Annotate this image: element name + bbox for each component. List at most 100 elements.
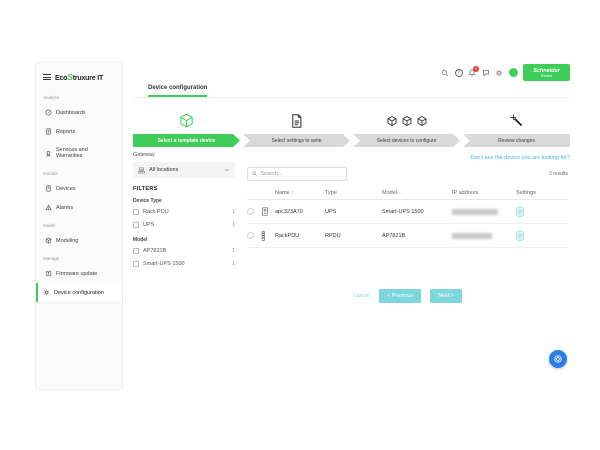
sidebar-item-alarms[interactable]: Alarms bbox=[36, 198, 122, 217]
column-header-model[interactable]: Model↕ bbox=[382, 190, 452, 196]
filter-option-ups[interactable]: UPS 1 bbox=[133, 222, 235, 228]
filter-panel: Gateway All locations FILTERS Device Typ… bbox=[133, 152, 235, 274]
sidebar-item-label: Firmware update bbox=[56, 271, 97, 277]
device-not-found-link[interactable]: Don't see the device you are looking for… bbox=[471, 155, 571, 161]
filters-title: FILTERS bbox=[133, 186, 235, 192]
help-icon[interactable]: ? bbox=[455, 69, 463, 77]
wizard-stepper: Select a template device Select settings… bbox=[133, 107, 570, 147]
gateway-label: Gateway bbox=[133, 152, 235, 158]
topbar: ? 9 Schneider Electric bbox=[441, 64, 570, 81]
results-count: 2 results bbox=[549, 171, 568, 177]
step-select-settings: Select settings to write bbox=[243, 107, 350, 147]
review-wand-icon bbox=[463, 107, 570, 134]
column-header-ip-address[interactable]: IP address↕ bbox=[452, 190, 516, 196]
filter-option-label: UPS bbox=[143, 222, 228, 228]
table-toolbar: 2 results bbox=[247, 167, 568, 181]
firmware-update-icon bbox=[45, 270, 52, 277]
sidebar-item-label: Dashboards bbox=[56, 110, 86, 116]
cell-ip-redacted bbox=[452, 233, 492, 239]
sidebar-item-firmware-update[interactable]: Firmware update bbox=[36, 264, 122, 283]
filter-option-smart-ups-1500[interactable]: Smart-UPS 1500 1 bbox=[133, 261, 235, 267]
table-header: Name↑ Type↕ Model↕ IP address↕ Settings bbox=[247, 187, 568, 200]
cell-model: AP7821B bbox=[382, 233, 452, 239]
ecostruxure-logo: EcoStruxure IT bbox=[55, 72, 103, 82]
search-input[interactable] bbox=[261, 171, 341, 177]
sidebar-item-device-configuration[interactable]: Device configuration bbox=[36, 283, 122, 302]
step-bar[interactable]: Select settings to write bbox=[243, 134, 350, 147]
row-settings-icon[interactable] bbox=[516, 207, 568, 217]
step-select-devices: Select devices to configure bbox=[353, 107, 460, 147]
search-icon[interactable] bbox=[441, 69, 449, 77]
lifebuoy-icon bbox=[553, 354, 563, 364]
help-fab-button[interactable] bbox=[549, 350, 567, 368]
ups-device-icon bbox=[261, 207, 275, 216]
filter-option-count: 1 bbox=[232, 248, 235, 254]
location-icon bbox=[138, 167, 145, 174]
filter-option-count: 1 bbox=[232, 222, 235, 228]
cell-model: Smart-UPS 1500 bbox=[382, 209, 452, 215]
step-review-changes: Review changes bbox=[463, 107, 570, 147]
devices-icon bbox=[45, 185, 52, 192]
table-row[interactable]: apc323A70 UPS Smart-UPS 1500 bbox=[247, 200, 568, 224]
gateway-select[interactable]: All locations bbox=[133, 162, 235, 178]
checkbox[interactable] bbox=[133, 248, 139, 254]
devices-cubes-icon bbox=[353, 107, 460, 134]
cell-ip-redacted bbox=[452, 209, 498, 215]
filter-group-model: Model bbox=[133, 237, 235, 243]
notification-badge: 9 bbox=[473, 66, 479, 72]
sidebar-item-label: Services and Warranties bbox=[56, 147, 115, 159]
table-row[interactable]: RackPDU RPDU AP7821B bbox=[247, 224, 568, 248]
device-table: 2 results Name↑ Type↕ Model↕ IP address↕… bbox=[247, 167, 568, 248]
step-select-template-device: Select a template device bbox=[133, 107, 240, 147]
row-radio[interactable] bbox=[247, 232, 254, 239]
checkbox[interactable] bbox=[133, 209, 139, 215]
row-settings-icon[interactable] bbox=[516, 231, 568, 241]
sidebar-item-label: Device configuration bbox=[54, 290, 104, 296]
cell-name: RackPDU bbox=[275, 233, 325, 239]
cancel-button[interactable]: Cancel bbox=[353, 293, 370, 299]
device-configuration-icon bbox=[43, 289, 50, 296]
settings-gear-icon[interactable] bbox=[495, 69, 503, 77]
sidebar-item-reports[interactable]: Reports bbox=[36, 122, 122, 141]
sidebar-section-model: Model bbox=[36, 217, 122, 231]
filter-option-count: 1 bbox=[232, 261, 235, 267]
sidebar-section-manage: Manage bbox=[36, 250, 122, 264]
settings-document-icon bbox=[243, 107, 350, 134]
schneider-electric-logo[interactable]: Schneider Electric bbox=[523, 64, 570, 81]
filter-group-device-type: Device Type bbox=[133, 198, 235, 204]
column-header-type[interactable]: Type↕ bbox=[325, 190, 382, 196]
column-header-settings: Settings bbox=[516, 190, 568, 196]
filter-option-ap7821b[interactable]: AP7821B 1 bbox=[133, 248, 235, 254]
next-button[interactable]: Next > bbox=[430, 289, 462, 303]
table-search[interactable] bbox=[247, 167, 347, 181]
step-bar[interactable]: Review changes bbox=[463, 134, 570, 147]
cell-type: RPDU bbox=[325, 233, 382, 239]
alarms-icon bbox=[45, 204, 52, 211]
services-warranties-icon bbox=[45, 150, 52, 157]
feedback-icon[interactable] bbox=[482, 69, 490, 77]
logo-text: truxure IT bbox=[73, 75, 103, 82]
step-bar[interactable]: Select devices to configure bbox=[353, 134, 460, 147]
wizard-footer: Cancel < Previous Next > bbox=[247, 289, 568, 303]
sidebar-item-modeling[interactable]: Modeling bbox=[36, 231, 122, 250]
logo-text: Eco bbox=[55, 75, 67, 82]
column-header-name[interactable]: Name↑ bbox=[275, 190, 325, 196]
filter-option-label: Smart-UPS 1500 bbox=[143, 261, 228, 267]
filter-option-rack-pdu[interactable]: Rack PDU 1 bbox=[133, 209, 235, 215]
previous-button[interactable]: < Previous bbox=[379, 289, 421, 303]
sidebar-item-devices[interactable]: Devices bbox=[36, 179, 122, 198]
checkbox[interactable] bbox=[133, 222, 139, 228]
sidebar-item-label: Reports bbox=[56, 129, 75, 135]
notifications-bell-icon[interactable]: 9 bbox=[468, 69, 476, 77]
step-bar[interactable]: Select a template device bbox=[133, 134, 240, 147]
tab-device-configuration[interactable]: Device configuration bbox=[148, 85, 207, 97]
sidebar: EcoStruxure IT Analyze Dashboards Report… bbox=[35, 62, 123, 390]
row-radio[interactable] bbox=[247, 208, 254, 215]
hamburger-menu-icon[interactable] bbox=[43, 74, 51, 80]
user-avatar[interactable] bbox=[509, 68, 518, 77]
sidebar-item-dashboards[interactable]: Dashboards bbox=[36, 103, 122, 122]
sidebar-item-services-warranties[interactable]: Services and Warranties bbox=[36, 141, 122, 165]
reports-icon bbox=[45, 128, 52, 135]
sidebar-item-label: Alarms bbox=[56, 205, 73, 211]
checkbox[interactable] bbox=[133, 261, 139, 267]
